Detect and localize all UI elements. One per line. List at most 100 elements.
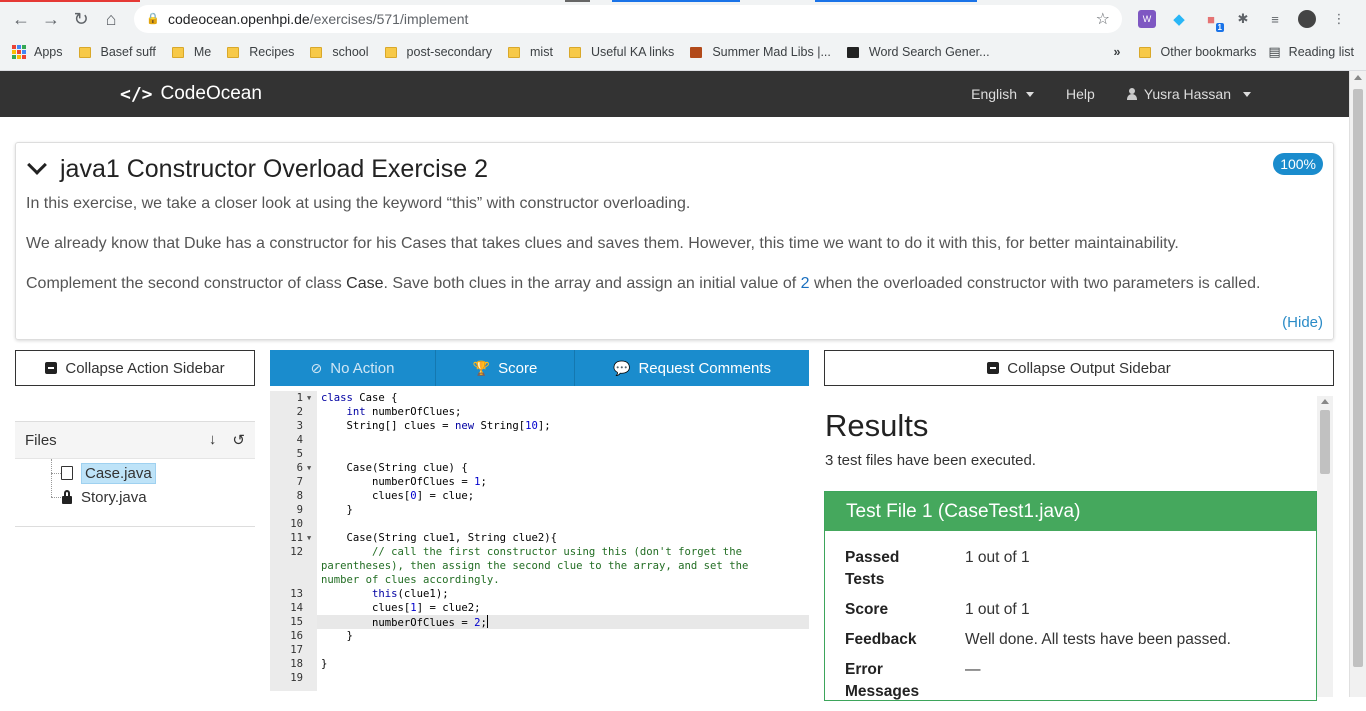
test-result-row: Score 1 out of 1 <box>845 599 1231 629</box>
home-icon[interactable]: ⌂ <box>96 4 126 34</box>
collapse-output-sidebar-button[interactable]: Collapse Output Sidebar <box>824 350 1334 386</box>
fold-toggle-icon[interactable]: ▼ <box>307 461 313 475</box>
bookmark-label: Basef suff <box>100 45 156 59</box>
collapse-action-sidebar-button[interactable]: Collapse Action Sidebar <box>15 350 255 386</box>
address-bar[interactable]: 🔒 codeocean.openhpi.de/exercises/571/imp… <box>134 5 1122 33</box>
url-host: codeocean.openhpi.de <box>168 11 310 27</box>
back-icon[interactable]: ← <box>6 4 36 34</box>
bookmark-item[interactable]: school <box>310 45 369 59</box>
bookmark-item[interactable]: Summer Mad Libs |... <box>690 45 831 59</box>
bookmark-label: Apps <box>34 45 63 59</box>
profile-avatar[interactable] <box>1298 10 1316 28</box>
request-comments-button[interactable]: 💬 Request Comments <box>575 350 809 386</box>
lock-icon <box>61 490 73 504</box>
media-queue-icon[interactable]: ≡ <box>1266 10 1284 28</box>
brand-link[interactable]: </> CodeOcean <box>120 83 262 105</box>
line-number: 3 <box>296 420 303 432</box>
test-result-value: Well done. All tests have been passed. <box>965 631 1231 648</box>
user-dropdown[interactable]: Yusra Hassan <box>1126 86 1251 102</box>
download-icon[interactable]: ↓ <box>209 431 217 449</box>
folder-icon <box>384 46 397 58</box>
output-scrollbar[interactable] <box>1317 396 1333 697</box>
reading-list-label: Reading list <box>1288 45 1354 59</box>
language-dropdown[interactable]: English <box>971 86 1035 102</box>
ban-icon: ⊘ <box>310 359 323 376</box>
extensions-icon[interactable]: ✱ <box>1234 10 1252 28</box>
code-logo-icon: </> <box>120 83 153 105</box>
score-button[interactable]: 🏆 Score <box>436 350 575 386</box>
text-cursor <box>486 615 488 628</box>
more-bookmarks-button[interactable]: » <box>1114 45 1121 59</box>
description-paragraph: Complement the second constructor of cla… <box>26 273 1323 295</box>
code-line: this(clue1); <box>372 588 449 600</box>
test-results-table: Passed Tests 1 out of 1 Score 1 out of 1 Fee… <box>845 547 1231 711</box>
bookmark-item[interactable]: Apps <box>12 45 63 59</box>
results-title: Results <box>825 408 929 443</box>
no-action-label: No Action <box>330 359 395 377</box>
bookmark-item[interactable]: mist <box>508 45 553 59</box>
test-file-card: Test File 1 (CaseTest1.java) Passed Test… <box>824 491 1317 701</box>
document-icon <box>61 466 73 480</box>
tab-strip-edge <box>0 0 1366 2</box>
extension-diamond-icon[interactable]: ◆ <box>1170 10 1188 28</box>
line-number <box>270 559 317 573</box>
description-text: Complement the second constructor of cla… <box>26 275 347 292</box>
code-line: } <box>321 504 353 516</box>
bookmark-item[interactable]: Useful KA links <box>568 45 674 59</box>
bookmarks-bar: Apps Basef suff Me Recipes school post-second… <box>0 38 1366 66</box>
scroll-up-icon[interactable] <box>1354 75 1362 80</box>
page-scroll-thumb[interactable] <box>1353 89 1363 667</box>
results-section: Results 3 test files have been executed. <box>825 408 1036 469</box>
no-action-button[interactable]: ⊘ No Action <box>270 350 436 386</box>
description-paragraph: We already know that Duke has a construc… <box>26 235 1179 252</box>
bookmark-star-icon[interactable]: ☆ <box>1096 9 1110 29</box>
word-search-favicon-icon <box>846 46 859 58</box>
test-result-key: Feedback <box>845 631 917 648</box>
chevron-down-icon[interactable] <box>27 155 47 175</box>
output-scroll-thumb[interactable] <box>1320 410 1330 474</box>
bookmark-label: Me <box>193 45 212 59</box>
forward-icon[interactable]: → <box>36 4 66 34</box>
code-line: String[] clues = new String[10]; <box>321 420 551 432</box>
extension-badge-icon[interactable]: ■ 1 <box>1202 10 1224 32</box>
code-line: // call the first constructor using this… <box>321 546 742 558</box>
exercise-title: java1 Constructor Overload Exercise 2 <box>60 154 488 183</box>
line-number: 7 <box>296 476 303 488</box>
reading-list[interactable]: ▤ Reading list <box>1268 44 1354 60</box>
test-result-value: 1 out of 1 <box>965 549 1030 566</box>
bookmark-item[interactable]: Me <box>171 45 212 59</box>
description-text: when the overloaded constructor with two… <box>809 275 1261 292</box>
history-icon[interactable]: ↺ <box>232 431 245 449</box>
page-scrollbar[interactable] <box>1349 71 1366 697</box>
file-tree-item[interactable]: Story.java <box>43 485 255 509</box>
code-editor[interactable]: 1 ▼ 2 3 4 5 6 ▼ 7 8 9 10 11 ▼ 12 13 14 15 16 17 18 19 class C… <box>270 391 809 691</box>
trophy-icon: 🏆 <box>472 359 491 376</box>
bookmark-label: Summer Mad Libs |... <box>712 45 831 59</box>
file-tree-item[interactable]: Case.java <box>43 461 255 485</box>
code-line: clues[0] = clue; <box>321 490 475 502</box>
scroll-up-icon[interactable] <box>1321 399 1329 404</box>
bookmark-item[interactable]: post-secondary <box>384 45 492 59</box>
help-link[interactable]: Help <box>1066 86 1095 102</box>
bookmark-item[interactable]: Recipes <box>227 45 294 59</box>
results-summary: 3 test files have been executed. <box>825 452 1036 469</box>
minus-square-icon <box>987 362 1000 374</box>
test-result-key: Score <box>845 601 889 618</box>
extension-puzzle-purple-icon[interactable]: W <box>1138 10 1156 28</box>
comment-icon: 💬 <box>613 359 631 376</box>
hide-description-link[interactable]: (Hide) <box>1282 314 1323 331</box>
other-bookmarks[interactable]: Other bookmarks <box>1138 45 1257 59</box>
fold-toggle-icon[interactable]: ▼ <box>307 531 313 545</box>
menu-kebab-icon[interactable]: ⋮ <box>1330 10 1348 28</box>
other-bookmarks-label: Other bookmarks <box>1160 45 1257 59</box>
reload-icon[interactable]: ↻ <box>66 4 96 34</box>
code-line: number of clues accordingly. <box>321 574 500 586</box>
bookmark-item[interactable]: Word Search Gener... <box>846 45 990 59</box>
bookmark-item[interactable]: Basef suff <box>78 45 156 59</box>
description-paragraph: In this exercise, we take a closer look … <box>26 195 691 212</box>
fold-toggle-icon[interactable]: ▼ <box>307 391 313 405</box>
code-line: numberOfClues = 1; <box>321 476 487 488</box>
apps-grid-icon <box>12 45 26 59</box>
file-name: Story.java <box>81 488 147 506</box>
line-number: 13 <box>290 588 303 600</box>
